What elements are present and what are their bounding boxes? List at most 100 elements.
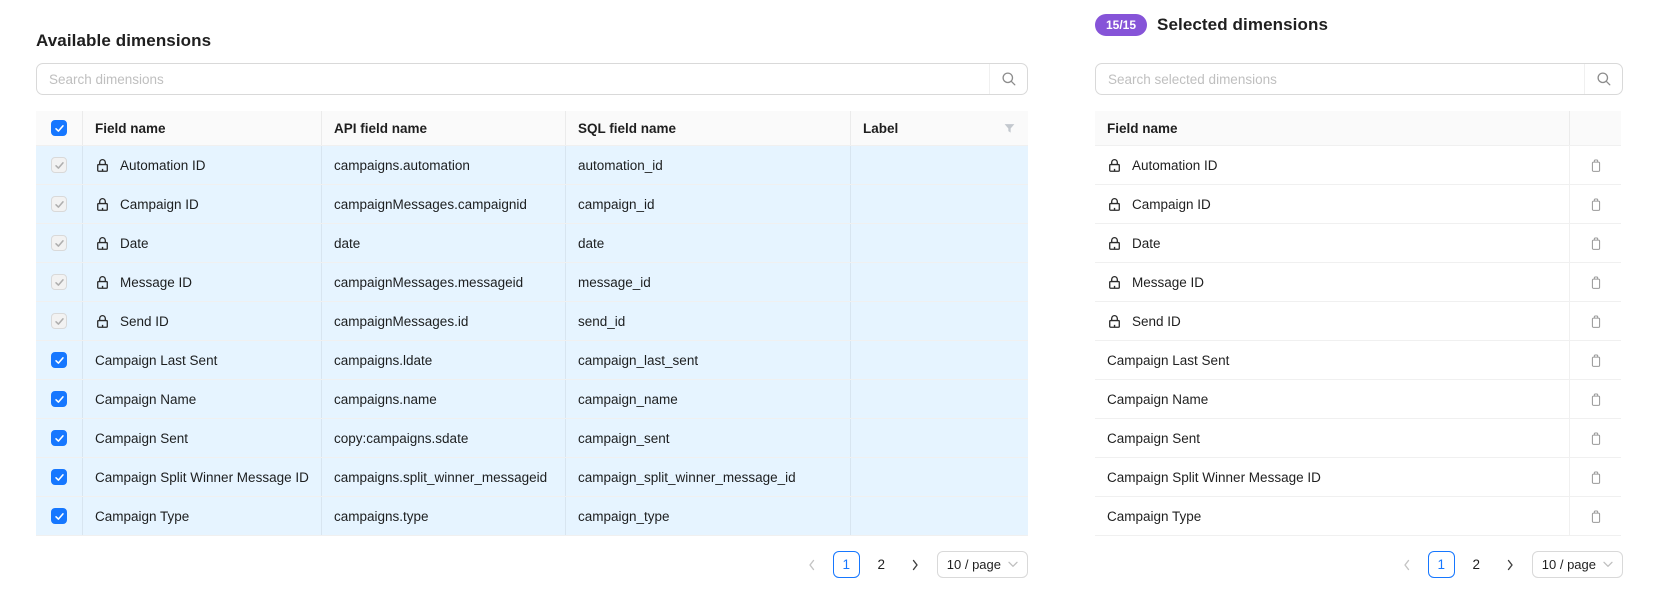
selected-search-input[interactable]: [1096, 64, 1584, 94]
selected-search-button[interactable]: [1584, 64, 1622, 94]
field-name: Campaign Last Sent: [95, 353, 217, 368]
table-row: Campaign Split Winner Message ID campaig…: [36, 458, 1028, 497]
table-row: Campaign Sent: [1095, 419, 1621, 458]
page-1-button[interactable]: 1: [833, 551, 860, 578]
available-dimensions-title: Available dimensions: [36, 31, 211, 51]
field-name-cell: Send ID: [83, 302, 322, 340]
delete-row-button[interactable]: [1585, 154, 1607, 177]
chevron-left-icon: [806, 559, 817, 571]
sql-field-name-cell: automation_id: [566, 146, 851, 184]
field-name: Message ID: [1132, 275, 1204, 290]
prev-page-button[interactable]: [799, 552, 825, 578]
field-name-cell: Campaign Sent: [83, 419, 322, 457]
delete-row-button[interactable]: [1585, 388, 1607, 411]
delete-row-button[interactable]: [1585, 427, 1607, 450]
trash-icon: [1589, 431, 1603, 446]
field-name-cell: Message ID: [83, 263, 322, 301]
delete-row-button[interactable]: [1585, 349, 1607, 372]
row-checkbox-cell: [36, 380, 83, 418]
delete-row-button[interactable]: [1585, 505, 1607, 528]
api-field-name-cell: date: [322, 224, 566, 262]
table-row: Campaign Type: [1095, 497, 1621, 536]
field-name: Campaign Split Winner Message ID: [95, 470, 309, 485]
row-checkbox: [51, 313, 67, 329]
column-header-field-name: Field name: [83, 111, 322, 145]
lock-icon: [95, 314, 110, 329]
field-name: Send ID: [1132, 314, 1181, 329]
row-checkbox[interactable]: [51, 469, 67, 485]
actions-cell: [1570, 419, 1621, 457]
field-name: Campaign Type: [1107, 509, 1201, 524]
delete-row-button[interactable]: [1585, 310, 1607, 333]
delete-row-button[interactable]: [1585, 232, 1607, 255]
select-all-checkbox[interactable]: [51, 120, 67, 136]
page-size-value: 10 / page: [1542, 557, 1596, 572]
sql-field-name-cell: send_id: [566, 302, 851, 340]
search-icon: [1001, 71, 1017, 87]
sql-field-name-cell: message_id: [566, 263, 851, 301]
delete-row-button[interactable]: [1585, 193, 1607, 216]
row-checkbox[interactable]: [51, 508, 67, 524]
chevron-right-icon: [910, 559, 921, 571]
next-page-button[interactable]: [1498, 552, 1524, 578]
field-name: Date: [120, 236, 149, 251]
page-size-select[interactable]: 10 / page: [937, 551, 1028, 578]
chevron-right-icon: [1505, 559, 1516, 571]
sql-field-name-cell: campaign_type: [566, 497, 851, 535]
available-search-input[interactable]: [37, 64, 989, 94]
prev-page-button[interactable]: [1394, 552, 1420, 578]
table-row: Message ID campaignMessages.messageid me…: [36, 263, 1028, 302]
table-row: Campaign Type campaigns.type campaign_ty…: [36, 497, 1028, 536]
delete-row-button[interactable]: [1585, 271, 1607, 294]
actions-cell: [1570, 497, 1621, 535]
table-row: Campaign ID: [1095, 185, 1621, 224]
table-row: Campaign Name campaigns.name campaign_na…: [36, 380, 1028, 419]
page-1-button[interactable]: 1: [1428, 551, 1455, 578]
api-field-name-cell: campaigns.type: [322, 497, 566, 535]
actions-cell: [1570, 341, 1621, 379]
api-field-name-cell: campaigns.ldate: [322, 341, 566, 379]
api-field-name-cell: campaignMessages.messageid: [322, 263, 566, 301]
actions-cell: [1570, 224, 1621, 262]
table-row: Campaign ID campaignMessages.campaignid …: [36, 185, 1028, 224]
table-row: Campaign Sent copy:campaigns.sdate campa…: [36, 419, 1028, 458]
field-name-cell: Automation ID: [1095, 146, 1570, 184]
field-name-cell: Campaign Name: [83, 380, 322, 418]
actions-cell: [1570, 458, 1621, 496]
lock-icon: [1107, 236, 1122, 251]
sql-field-name-cell: date: [566, 224, 851, 262]
trash-icon: [1589, 470, 1603, 485]
label-cell: [851, 302, 1028, 340]
actions-cell: [1570, 302, 1621, 340]
field-name-cell: Automation ID: [83, 146, 322, 184]
lock-icon: [95, 158, 110, 173]
field-name-cell: Campaign Last Sent: [1095, 341, 1570, 379]
search-icon: [1596, 71, 1612, 87]
field-name: Campaign Type: [95, 509, 189, 524]
field-name: Campaign ID: [1132, 197, 1211, 212]
available-search-button[interactable]: [989, 64, 1027, 94]
row-checkbox[interactable]: [51, 391, 67, 407]
row-checkbox[interactable]: [51, 430, 67, 446]
available-search: [36, 63, 1028, 95]
table-row: Send ID campaignMessages.id send_id: [36, 302, 1028, 341]
table-row: Message ID: [1095, 263, 1621, 302]
next-page-button[interactable]: [903, 552, 929, 578]
field-name: Message ID: [120, 275, 192, 290]
page-2-button[interactable]: 2: [1463, 551, 1490, 578]
filter-icon[interactable]: [1003, 122, 1016, 135]
field-name-cell: Campaign Last Sent: [83, 341, 322, 379]
label-cell: [851, 224, 1028, 262]
field-name-cell: Send ID: [1095, 302, 1570, 340]
page-2-button[interactable]: 2: [868, 551, 895, 578]
page-size-select[interactable]: 10 / page: [1532, 551, 1623, 578]
selected-dimensions-table: Field name Automation ID Campaign ID: [1095, 111, 1621, 536]
api-field-name-cell: campaignMessages.campaignid: [322, 185, 566, 223]
row-checkbox[interactable]: [51, 352, 67, 368]
label-cell: [851, 185, 1028, 223]
label-cell: [851, 341, 1028, 379]
delete-row-button[interactable]: [1585, 466, 1607, 489]
chevron-left-icon: [1401, 559, 1412, 571]
actions-cell: [1570, 185, 1621, 223]
row-checkbox: [51, 157, 67, 173]
